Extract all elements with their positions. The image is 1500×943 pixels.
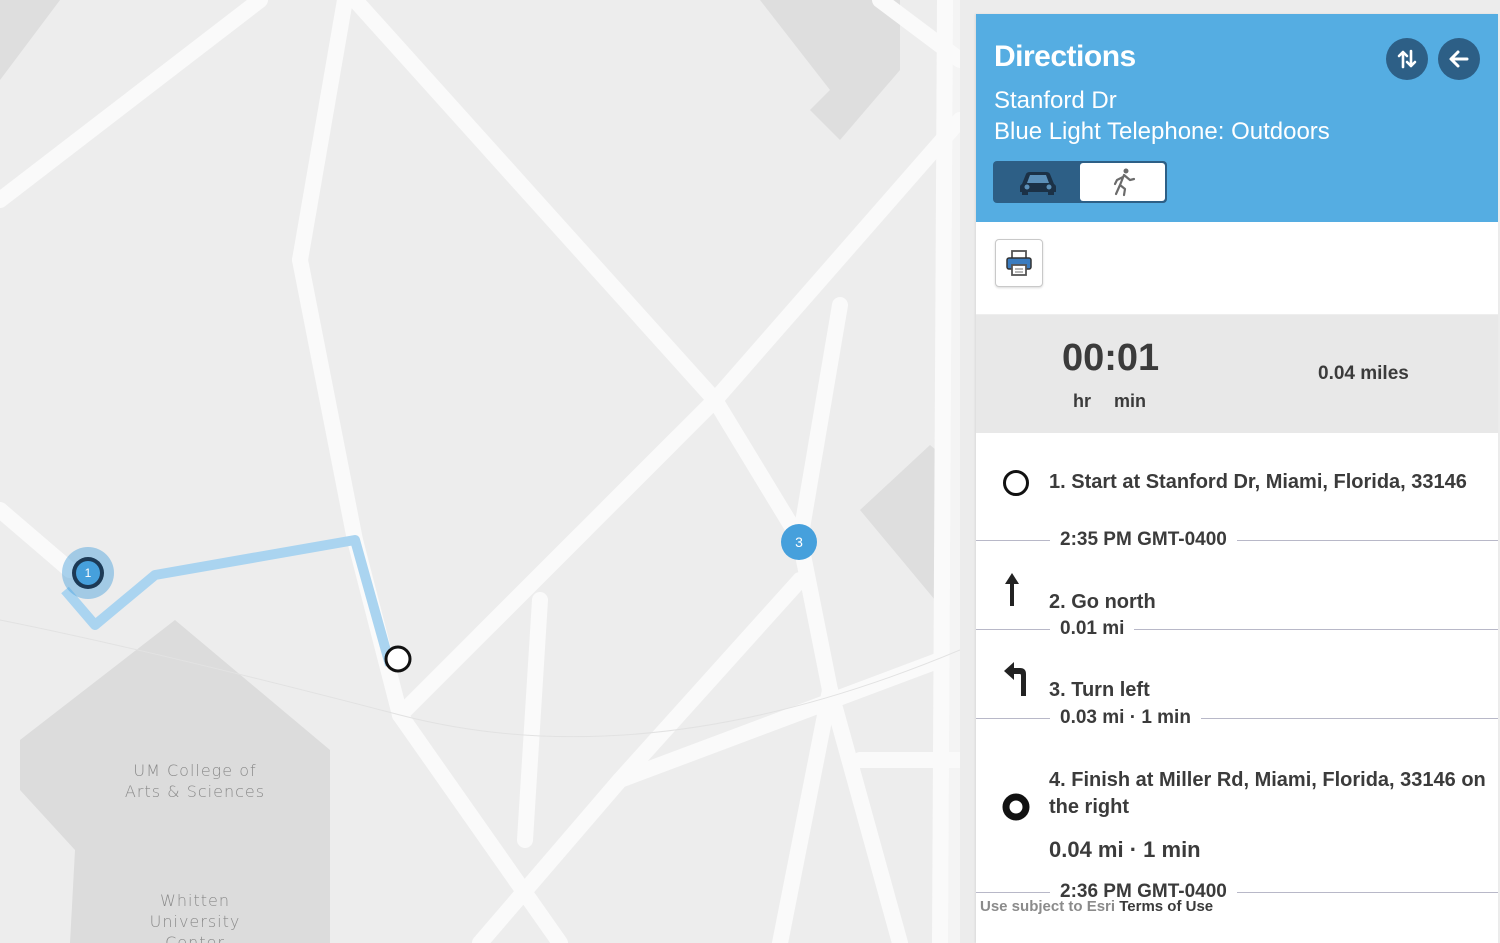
step-item[interactable]: 1. Start at Stanford Dr, Miami, Florida,… [976,433,1498,523]
time-unit-min: min [1114,391,1147,411]
car-icon [1019,172,1056,195]
directions-header: Directions Stanford Dr Blue Light Teleph… [976,14,1498,222]
step-separator: 0.03 mi · 1 min [976,706,1498,730]
map-view[interactable]: UM College of Arts & Sciences Whitten Un… [0,0,960,943]
route-summary: 00:01 hr min 0.04 miles [976,315,1498,433]
step-text: 2. Go north [1049,591,1156,613]
step-item[interactable]: 2. Go north [976,555,1498,615]
destination-text: Blue Light Telephone: Outdoors [994,118,1330,145]
step-total: 0.04 mi · 1 min [1049,837,1201,862]
stop-marker-1[interactable]: 1 [76,561,100,585]
step-text: 1. Start at Stanford Dr, Miami, Florida,… [1049,471,1467,493]
toolbar [976,222,1498,315]
swap-direction-button[interactable] [1386,38,1428,80]
travel-mode-toggle [993,161,1167,203]
attribution: Use subject to Esri Terms of Use [980,898,1213,915]
step-item[interactable]: 3. Turn left [976,643,1498,705]
separator-text: 2:35 PM GMT-0400 [1050,528,1237,552]
back-button[interactable] [1438,38,1480,80]
step-separator: 0.01 mi [976,617,1498,641]
swap-arrows-icon [1397,49,1417,69]
printer-icon [1006,250,1032,276]
turn-left-icon [1002,658,1036,703]
step-text: 4. Finish at Miller Rd, Miami, Florida, … [1049,769,1486,818]
separator-text: 0.01 mi [1050,617,1135,641]
walking-icon [1113,168,1135,197]
finish-circle-icon [1002,793,1030,826]
route-line [61,535,395,667]
print-button[interactable] [995,239,1043,287]
map-label-college: UM College of Arts & Sciences [124,761,266,801]
total-distance: 0.04 miles [1318,363,1409,384]
origin-text: Stanford Dr [994,87,1117,114]
panel-title: Directions [994,40,1136,73]
total-time: 00:01 [1062,337,1160,379]
arrow-up-icon [1002,570,1022,615]
mode-walking-button[interactable] [1080,163,1165,201]
step-text: 3. Turn left [1049,679,1150,701]
stop-marker-3[interactable]: 3 [781,524,817,560]
building-nw [0,0,60,80]
separator-text: 0.03 mi · 1 min [1050,706,1201,730]
terms-of-use-link[interactable]: Terms of Use [1119,898,1213,915]
step-separator: 2:35 PM GMT-0400 [976,528,1498,552]
map-label-whitten: Whitten University Center [149,891,241,943]
step-item[interactable]: 4. Finish at Miller Rd, Miami, Florida, … [976,733,1498,873]
mode-car-button[interactable] [995,163,1080,201]
start-circle-icon [1002,469,1030,502]
directions-panel: Directions Stanford Dr Blue Light Teleph… [976,14,1498,943]
arrow-left-icon [1449,50,1469,68]
attribution-text: Use subject to Esri [980,898,1116,915]
time-unit-hr: hr [1073,391,1091,411]
route-end-marker[interactable] [384,645,412,673]
building-ne [760,0,900,140]
